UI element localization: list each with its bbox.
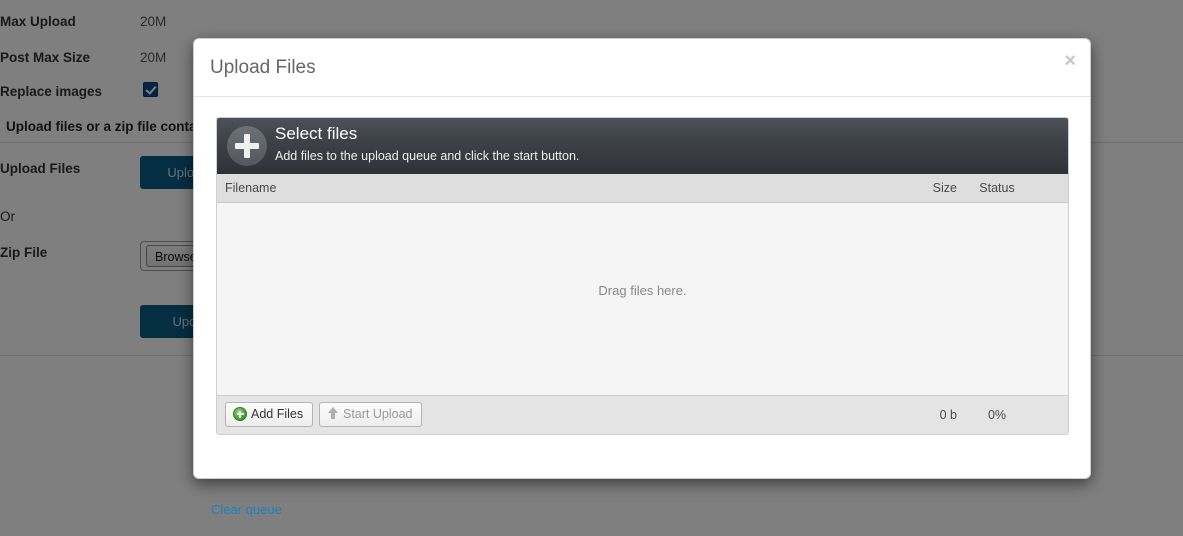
column-header-status: Status xyxy=(979,181,1015,195)
add-files-button[interactable]: Add Files xyxy=(225,402,314,427)
column-header-size: Size xyxy=(932,181,957,195)
plus-circle-green-icon xyxy=(233,407,247,421)
select-files-subtitle: Add files to the upload queue and click … xyxy=(275,149,580,163)
modal-header: Upload Files × xyxy=(194,39,1090,97)
modal-title: Upload Files xyxy=(210,57,316,78)
plupload-footer: Add Files Start Upload 0 b 0% xyxy=(217,395,1068,434)
plus-circle-icon xyxy=(227,126,267,166)
start-upload-button[interactable]: Start Upload xyxy=(319,402,423,427)
arrow-up-icon xyxy=(327,407,339,420)
plupload-widget: Select files Add files to the upload que… xyxy=(216,117,1069,435)
plupload-header: Select files Add files to the upload que… xyxy=(217,118,1068,174)
total-size-value: 0 b xyxy=(939,408,957,422)
close-icon[interactable]: × xyxy=(1064,51,1076,71)
select-files-title: Select files xyxy=(275,124,358,143)
clear-queue-link[interactable]: Clear queue xyxy=(211,502,282,517)
add-files-button-label: Add Files xyxy=(251,407,304,421)
droparea-hint: Drag files here. xyxy=(598,283,687,298)
modal-body: Select files Add files to the upload que… xyxy=(194,97,1090,517)
upload-files-modal: Upload Files × Select files Add files to… xyxy=(193,38,1091,517)
filelist-column-headers: Filename Size Status xyxy=(217,174,1068,203)
start-upload-button-label: Start Upload xyxy=(343,407,413,421)
column-header-filename: Filename xyxy=(225,181,277,195)
file-droparea[interactable]: Drag files here. xyxy=(217,203,1068,395)
total-percent-value: 0% xyxy=(987,408,1007,422)
